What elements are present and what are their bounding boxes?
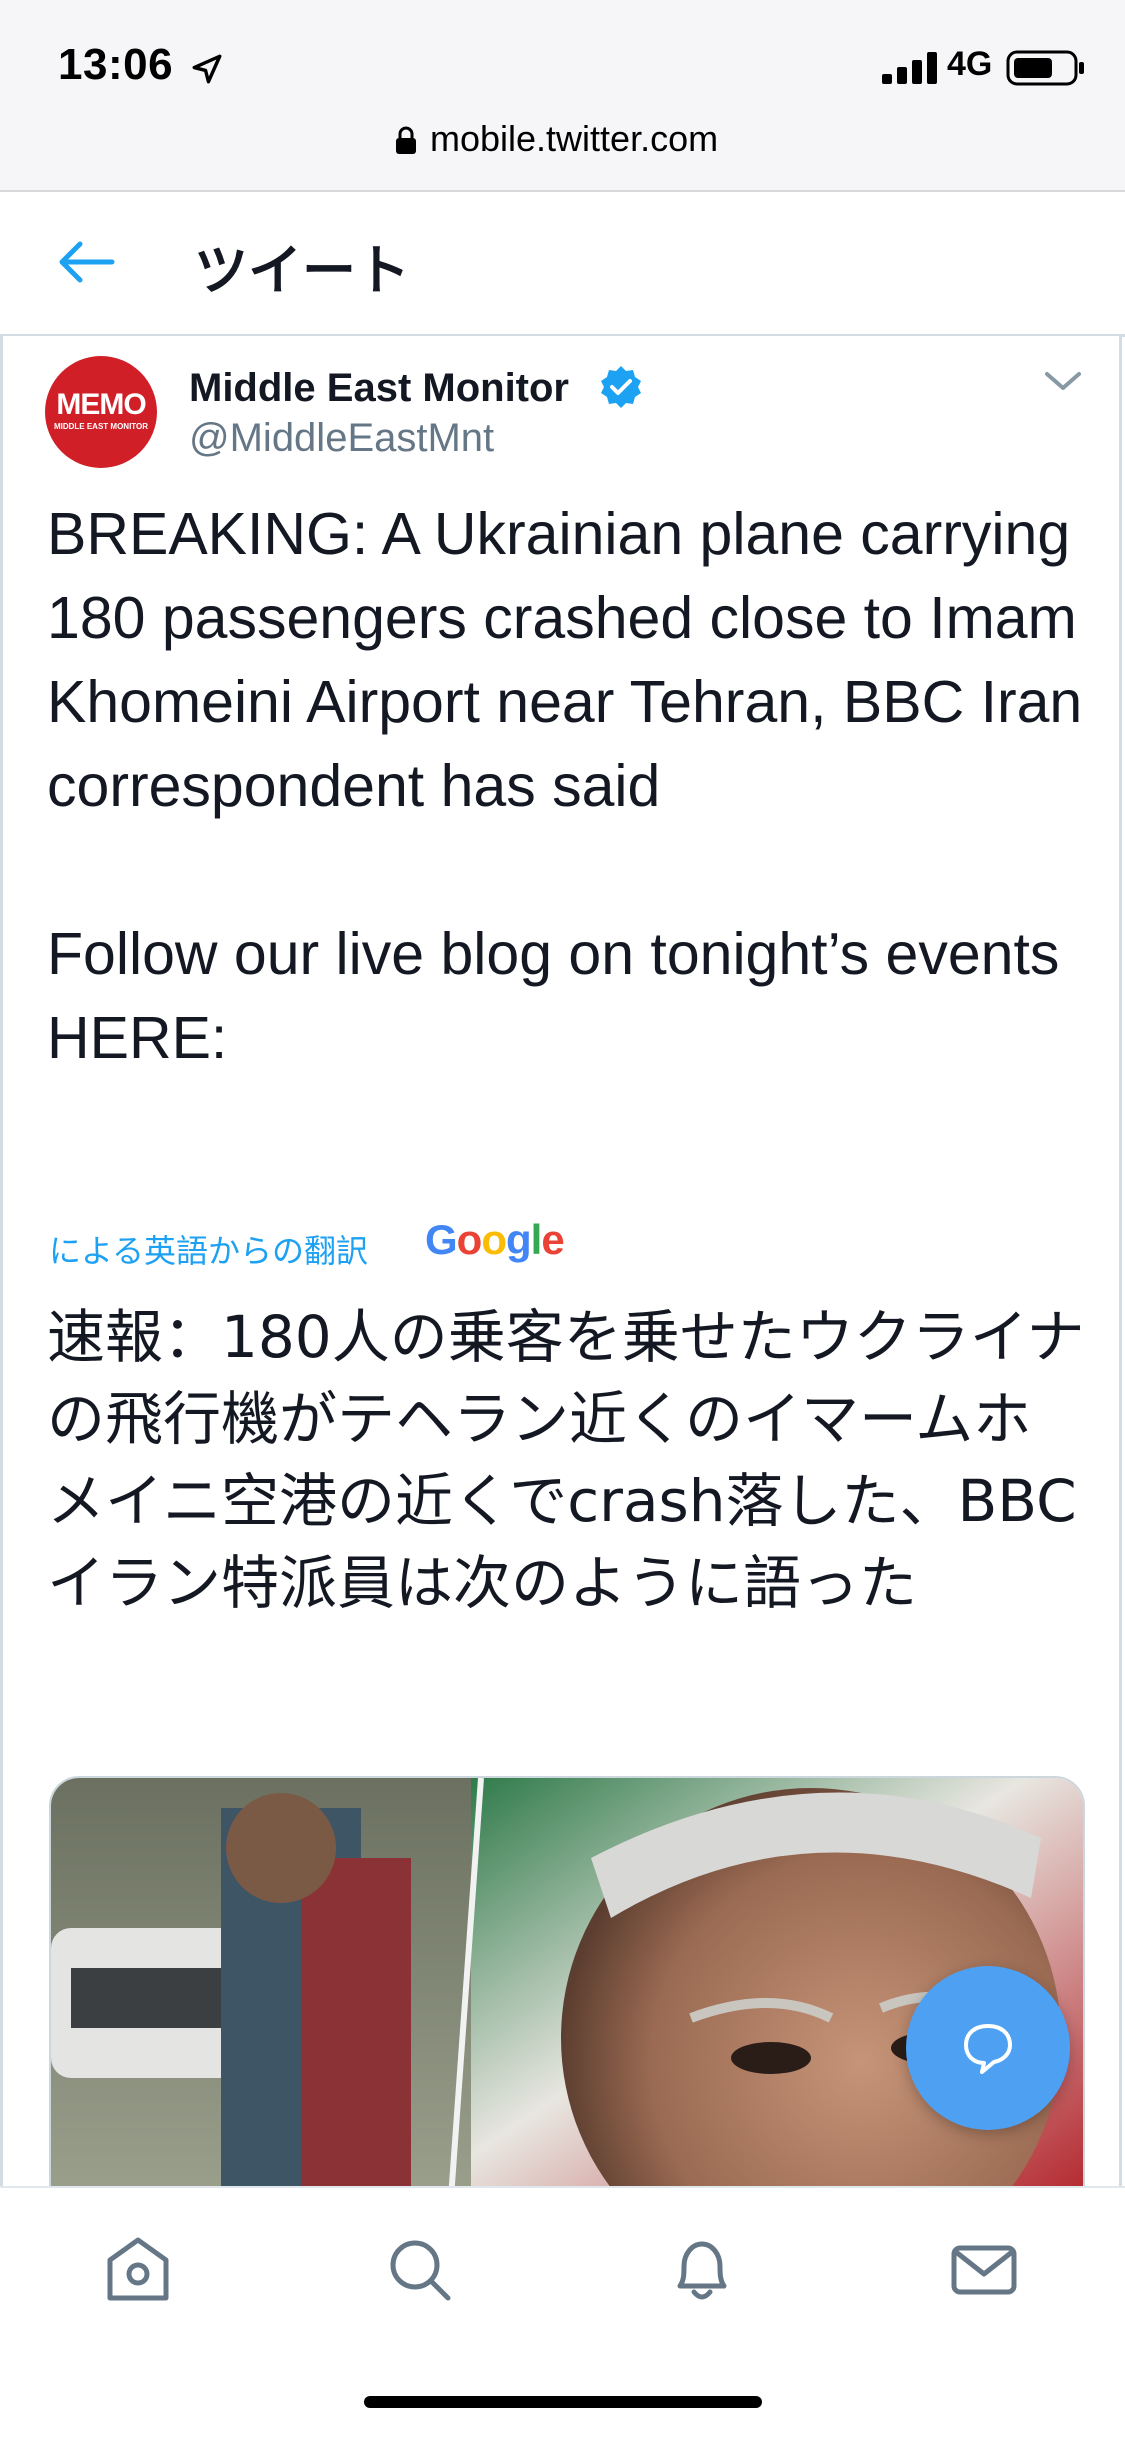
- translated-tweet-text: 速報：180人の乗客を乗せたウクライナの飛行機がテヘラン近くのイマームホメイニ空…: [47, 1303, 1085, 1617]
- status-time: 13:06: [58, 40, 174, 89]
- tweet-media-image[interactable]: [49, 1776, 1085, 2196]
- author-handle[interactable]: @MiddleEastMnt: [189, 416, 494, 461]
- home-icon[interactable]: [98, 2230, 178, 2310]
- signal-icon: [882, 52, 937, 84]
- network-type: 4G: [947, 45, 993, 83]
- notifications-bell-icon[interactable]: [662, 2230, 742, 2310]
- back-arrow-icon[interactable]: [50, 232, 120, 292]
- lock-icon: [396, 126, 416, 154]
- chevron-down-icon[interactable]: [1041, 366, 1085, 396]
- url-address[interactable]: mobile.twitter.com: [430, 118, 718, 160]
- browser-top-bar: 13:06 4G mobile.twitter.com: [0, 0, 1125, 192]
- speech-bubble-icon: [964, 2024, 1012, 2074]
- page-header: ツイート: [0, 192, 1125, 337]
- media-photo: [51, 1778, 1083, 2194]
- verified-badge-icon: [601, 366, 641, 408]
- messages-envelope-icon[interactable]: [944, 2230, 1024, 2310]
- avatar[interactable]: MEMO MIDDLE EAST MONITOR: [45, 356, 157, 468]
- translation-note: による英語からの翻訳: [49, 1233, 369, 1269]
- page-title: ツイート: [194, 241, 410, 301]
- search-icon[interactable]: [380, 2230, 460, 2310]
- tweet-body-text: BREAKING: A Ukrainian plane carrying 180…: [47, 501, 1083, 1071]
- tweet-card: MEMO MIDDLE EAST MONITOR Middle East Mon…: [0, 336, 1122, 2196]
- battery-icon: [1006, 50, 1084, 86]
- compose-reply-button[interactable]: [906, 1966, 1070, 2130]
- avatar-logo-text: MEMO: [56, 388, 146, 421]
- google-logo: Google: [425, 1216, 565, 1263]
- location-arrow-icon: [192, 54, 222, 84]
- home-indicator[interactable]: [364, 2396, 762, 2408]
- author-display-name[interactable]: Middle East Monitor: [189, 366, 569, 411]
- avatar-logo-subtext: MIDDLE EAST MONITOR: [53, 422, 149, 431]
